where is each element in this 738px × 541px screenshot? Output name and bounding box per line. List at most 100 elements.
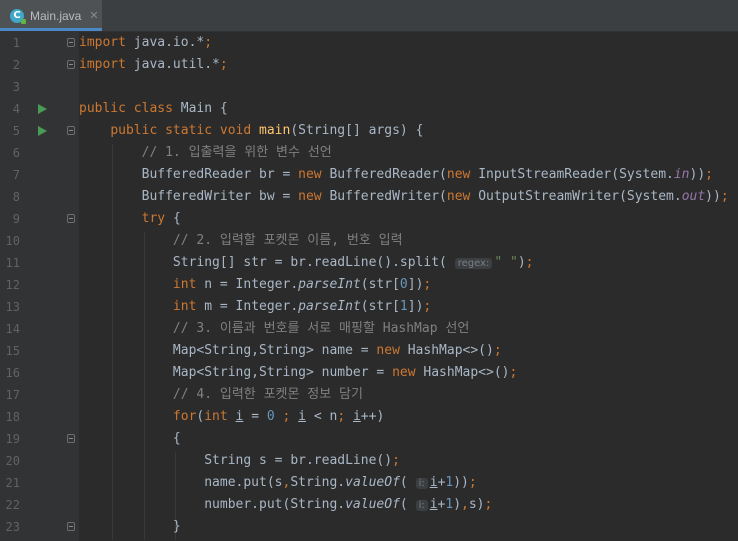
fold-marker-icon[interactable] xyxy=(67,214,75,223)
code-token: ) xyxy=(453,497,462,512)
code-line[interactable]: 17 // 4. 입력한 포켓몬 정보 담기 xyxy=(0,384,738,406)
code-token: Map<String,String> number = xyxy=(79,365,393,380)
code-line[interactable]: 16 Map<String,String> number = new HashM… xyxy=(0,362,738,384)
code-token: import xyxy=(79,35,126,50)
code-text: number.put(String.valueOf( i: i+1),s); xyxy=(79,494,492,517)
code-text: import java.io.*; xyxy=(79,32,212,54)
code-line[interactable]: 2 import java.util.*; xyxy=(0,54,738,76)
code-line[interactable]: 5 public static void main(String[] args)… xyxy=(0,120,738,142)
line-number: 7 xyxy=(12,168,20,182)
run-gutter-icon[interactable] xyxy=(38,104,47,114)
code-line[interactable]: 23 } xyxy=(0,516,738,538)
code-line[interactable]: 10 // 2. 입력할 포켓몬 이름, 번호 입력 xyxy=(0,230,738,252)
code-token: } xyxy=(79,519,181,534)
code-token: , xyxy=(461,497,469,512)
code-line[interactable]: 15 Map<String,String> name = new HashMap… xyxy=(0,340,738,362)
code-line[interactable]: 1 import java.io.*; xyxy=(0,32,738,54)
tab-label: Main.java xyxy=(30,8,82,23)
run-gutter-icon[interactable] xyxy=(38,126,47,136)
tab-main-java[interactable]: C Main.java ✕ xyxy=(0,0,102,31)
code-token: int xyxy=(204,409,236,424)
code-line[interactable]: 14 // 3. 이름과 번호를 서로 매핑할 HashMap 선언 xyxy=(0,318,738,340)
code-token: HashMap<>() xyxy=(423,365,510,380)
code-line[interactable]: 20 String s = br.readLine(); xyxy=(0,450,738,472)
line-number: 14 xyxy=(5,322,20,336)
code-token: valueOf xyxy=(345,475,400,490)
code-line[interactable]: 4 public class Main { xyxy=(0,98,738,120)
code-line[interactable]: 9 try { xyxy=(0,208,738,230)
fold-marker-icon[interactable] xyxy=(67,38,75,47)
code-token: parseInt xyxy=(298,299,361,314)
code-token: int xyxy=(172,299,205,314)
code-token: new xyxy=(392,365,424,380)
active-tab-indicator xyxy=(0,28,102,31)
line-number: 11 xyxy=(5,256,20,270)
code-token: = xyxy=(243,409,267,424)
line-number: 19 xyxy=(5,432,20,446)
line-number: 4 xyxy=(12,102,20,116)
code-token: BufferedWriter( xyxy=(329,189,447,204)
fold-marker-icon[interactable] xyxy=(67,60,75,69)
code-token: parseInt xyxy=(298,277,361,292)
code-token: public class xyxy=(79,101,181,116)
code-token: new xyxy=(376,343,408,358)
code-token: try xyxy=(141,211,173,226)
code-token: String. xyxy=(290,475,346,490)
code-token: ( xyxy=(399,497,416,512)
code-token: ( xyxy=(399,475,416,490)
code-token: ; xyxy=(509,365,518,380)
line-number: 6 xyxy=(12,146,20,160)
code-token: ; xyxy=(423,299,432,314)
code-line[interactable]: 7 BufferedReader br = new BufferedReader… xyxy=(0,164,738,186)
fold-marker-icon[interactable] xyxy=(67,434,75,443)
code-token: int xyxy=(172,277,205,292)
code-text: name.put(s,String.valueOf( i: i+1)); xyxy=(79,472,476,495)
line-number: 5 xyxy=(12,124,20,138)
code-token: OutputStreamWriter(System. xyxy=(478,189,682,204)
code-token: ; xyxy=(705,167,713,182)
code-text: // 2. 입력할 포켓몬 이름, 번호 입력 xyxy=(79,230,403,252)
code-token: (str[ xyxy=(360,277,400,292)
line-number: 16 xyxy=(5,366,20,380)
code-line[interactable]: 18 for(int i = 0 ; i < n; i++) xyxy=(0,406,738,428)
code-line[interactable]: 13 int m = Integer.parseInt(str[1]); xyxy=(0,296,738,318)
line-number: 15 xyxy=(5,344,20,358)
code-token: // 3. 이름과 번호를 서로 매핑할 HashMap 선언 xyxy=(172,321,470,336)
code-token: new xyxy=(446,189,479,204)
code-token: m = Integer. xyxy=(204,299,299,314)
code-token: number.put(String. xyxy=(79,497,346,512)
fold-marker-icon[interactable] xyxy=(67,126,75,135)
code-token: n = Integer. xyxy=(204,277,299,292)
code-line[interactable]: 21 name.put(s,String.valueOf( i: i+1)); xyxy=(0,472,738,494)
code-token: BufferedReader br = xyxy=(79,167,299,182)
code-token: ; xyxy=(525,255,534,270)
code-text: // 3. 이름과 번호를 서로 매핑할 HashMap 선언 xyxy=(79,318,469,340)
code-token: ; xyxy=(484,497,493,512)
code-token: )) xyxy=(453,475,469,490)
parameter-hint: i: xyxy=(415,500,428,511)
code-token: HashMap<>() xyxy=(407,343,494,358)
code-token: Map<String,String> name = xyxy=(79,343,377,358)
code-line[interactable]: 12 int n = Integer.parseInt(str[0]); xyxy=(0,274,738,296)
code-line[interactable]: 11 String[] str = br.readLine().split( r… xyxy=(0,252,738,274)
code-line[interactable]: 8 BufferedWriter bw = new BufferedWriter… xyxy=(0,186,738,208)
code-token: for xyxy=(172,409,197,424)
code-token: java.util.* xyxy=(125,57,220,72)
code-token: i xyxy=(429,475,438,490)
line-number: 1 xyxy=(12,36,20,50)
code-line[interactable]: 3 xyxy=(0,76,738,98)
code-line[interactable]: 22 number.put(String.valueOf( i: i+1),s); xyxy=(0,494,738,516)
code-token: String[] str = br.readLine().split( xyxy=(79,255,455,270)
fold-marker-icon[interactable] xyxy=(67,522,75,531)
code-line[interactable]: 6 // 1. 입출력을 위한 변수 선언 xyxy=(0,142,738,164)
code-line[interactable]: 19 { xyxy=(0,428,738,450)
close-icon[interactable]: ✕ xyxy=(89,9,98,22)
code-editor[interactable]: 1 import java.io.*; 2 import java.util.*; 3 4… xyxy=(0,32,738,541)
code-token: ]) xyxy=(407,277,424,292)
